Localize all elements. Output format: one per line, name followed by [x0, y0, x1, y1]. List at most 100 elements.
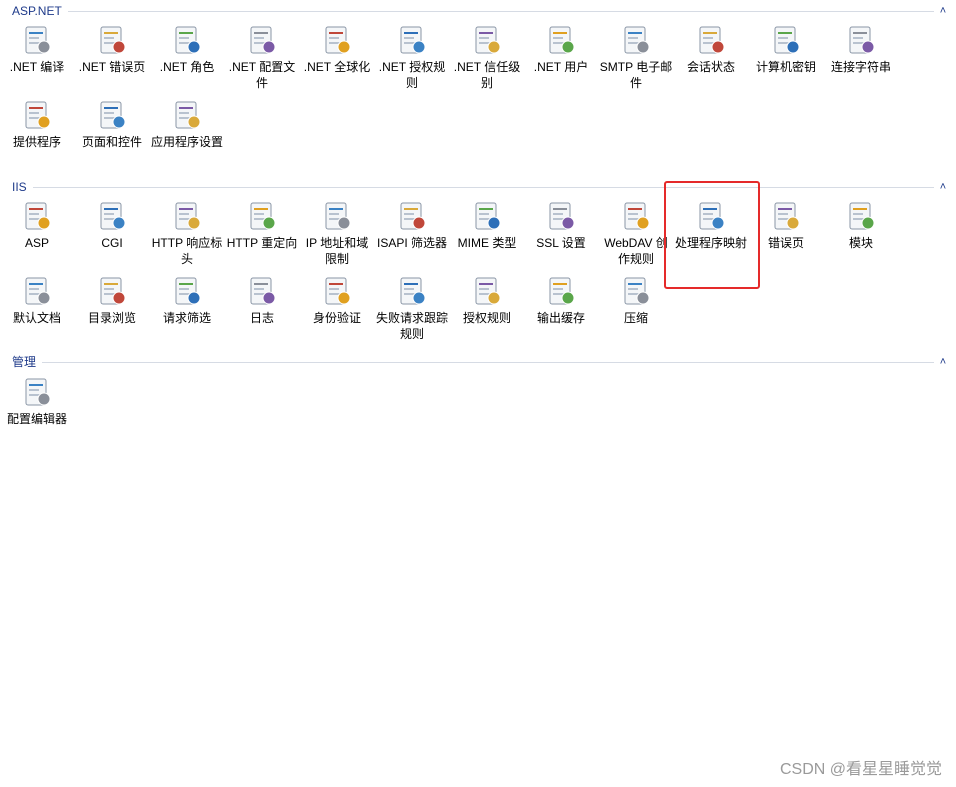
feature-tile-label: 目录浏览 [87, 311, 136, 325]
feature-tile[interactable]: HTTP 重定向 [225, 200, 299, 272]
feature-tile[interactable]: CGI [75, 200, 149, 272]
feature-tile[interactable]: .NET 全球化 [300, 24, 374, 96]
group-header-iis[interactable]: IIS ˄ [0, 180, 956, 194]
group-header-aspnet[interactable]: ASP.NET ˄ [0, 4, 956, 18]
dotnet-authorization-icon [396, 24, 428, 56]
feature-tile-label: .NET 编译 [9, 60, 65, 74]
feature-tile[interactable]: 连接字符串 [824, 24, 898, 96]
feature-tile[interactable]: .NET 编译 [0, 24, 74, 96]
feature-tile[interactable]: .NET 错误页 [75, 24, 149, 96]
feature-tile[interactable]: 提供程序 [0, 99, 74, 171]
dotnet-error-page-icon [96, 24, 128, 56]
http-response-headers-icon [171, 200, 203, 232]
feature-tile[interactable]: 计算机密钥 [749, 24, 823, 96]
feature-tile-label: .NET 用户 [533, 60, 589, 74]
group-title-management: 管理 [12, 355, 43, 369]
feature-tile-label: .NET 错误页 [78, 60, 146, 74]
feature-tile[interactable]: IP 地址和域限制 [300, 200, 374, 272]
feature-tile-label: 压缩 [623, 311, 648, 325]
feature-tile[interactable]: 目录浏览 [75, 275, 149, 347]
feature-tile-label: .NET 全球化 [303, 60, 371, 74]
feature-tile[interactable]: 日志 [225, 275, 299, 347]
providers-icon [21, 99, 53, 131]
feature-tile-label: 会话状态 [686, 60, 735, 74]
dotnet-compile-icon [21, 24, 53, 56]
dotnet-globalization-icon [321, 24, 353, 56]
output-caching-icon [545, 275, 577, 307]
feature-tile[interactable]: 失败请求跟踪规则 [375, 275, 449, 347]
feature-tile-label: ASP [24, 236, 49, 250]
dotnet-trust-level-icon [471, 24, 503, 56]
handler-mappings-icon [695, 200, 727, 232]
app-settings-icon [171, 99, 203, 131]
mime-types-icon [471, 200, 503, 232]
feature-tile[interactable]: 授权规则 [450, 275, 524, 347]
collapse-chevron-icon[interactable]: ˄ [936, 4, 950, 18]
feature-tile[interactable]: 输出缓存 [524, 275, 598, 347]
feature-tile[interactable]: 身份验证 [300, 275, 374, 347]
feature-tile[interactable]: .NET 授权规则 [375, 24, 449, 96]
feature-tile-label: 提供程序 [12, 135, 61, 149]
feature-tile-label: SSL 设置 [536, 236, 586, 250]
collapse-chevron-icon[interactable]: ˄ [936, 355, 950, 369]
feature-tile-label: HTTP 重定向 [226, 236, 298, 250]
feature-tile[interactable]: .NET 配置文件 [225, 24, 299, 96]
feature-tile-label: 身份验证 [312, 311, 361, 325]
feature-tile[interactable]: 模块 [824, 200, 898, 272]
authentication-icon [321, 275, 353, 307]
feature-tile[interactable]: ISAPI 筛选器 [375, 200, 449, 272]
feature-tile[interactable]: 会话状态 [674, 24, 748, 96]
feature-tile-label: 授权规则 [462, 311, 511, 325]
feature-tile-label: 错误页 [767, 236, 804, 250]
asp-icon [21, 200, 53, 232]
default-document-icon [21, 275, 53, 307]
feature-tile[interactable]: MIME 类型 [450, 200, 524, 272]
feature-tile[interactable]: SMTP 电子邮件 [599, 24, 673, 96]
feature-tile-label: .NET 授权规则 [378, 60, 446, 90]
http-redirect-icon [246, 200, 278, 232]
feature-tile[interactable]: SSL 设置 [524, 200, 598, 272]
feature-tile-label: 配置编辑器 [6, 412, 67, 426]
feature-tile[interactable]: 处理程序映射 [674, 200, 748, 272]
feature-tile[interactable]: 配置编辑器 [0, 376, 74, 448]
feature-tile-label: IP 地址和域限制 [305, 236, 369, 266]
feature-tile-label: 处理程序映射 [674, 236, 747, 250]
feature-tile-label: 模块 [848, 236, 873, 250]
directory-browsing-icon [96, 275, 128, 307]
feature-tile[interactable]: .NET 角色 [150, 24, 224, 96]
group-header-management[interactable]: 管理 ˄ [0, 355, 956, 369]
collapse-chevron-icon[interactable]: ˄ [936, 180, 950, 194]
ip-domain-restrictions-icon [321, 200, 353, 232]
feature-tile[interactable]: 页面和控件 [75, 99, 149, 171]
pages-controls-icon [96, 99, 128, 131]
feature-tile[interactable]: ASP [0, 200, 74, 272]
session-state-icon [695, 24, 727, 56]
feature-tile-label: 连接字符串 [830, 60, 891, 74]
feature-tile-label: .NET 角色 [159, 60, 215, 74]
smtp-email-icon [620, 24, 652, 56]
watermark-text: CSDN @看星星睡觉觉 [779, 761, 942, 778]
request-filtering-icon [171, 275, 203, 307]
feature-tile-label: .NET 配置文件 [228, 60, 296, 90]
feature-tile[interactable]: 错误页 [749, 200, 823, 272]
feature-tile-label: HTTP 响应标头 [151, 236, 223, 266]
feature-tile[interactable]: 压缩 [599, 275, 673, 347]
configuration-editor-icon [21, 376, 53, 408]
feature-tile[interactable]: 请求筛选 [150, 275, 224, 347]
feature-tile[interactable]: .NET 信任级别 [450, 24, 524, 96]
dotnet-roles-icon [171, 24, 203, 56]
isapi-filters-icon [396, 200, 428, 232]
feature-tile[interactable]: HTTP 响应标头 [150, 200, 224, 272]
feature-tile-label: 请求筛选 [162, 311, 211, 325]
machine-key-icon [770, 24, 802, 56]
features-view: ASP.NET ˄ .NET 编译 .NET 错误页 .NET 角色 .NET 配置文… [0, 0, 956, 787]
feature-tile[interactable]: WebDAV 创作规则 [599, 200, 673, 272]
feature-tile[interactable]: 默认文档 [0, 275, 74, 347]
compression-icon [620, 275, 652, 307]
group-divider [12, 11, 934, 12]
group-divider [12, 187, 934, 188]
group-title-aspnet: ASP.NET [12, 4, 68, 18]
feature-tile[interactable]: 应用程序设置 [150, 99, 224, 171]
modules-icon [845, 200, 877, 232]
feature-tile[interactable]: .NET 用户 [524, 24, 598, 96]
